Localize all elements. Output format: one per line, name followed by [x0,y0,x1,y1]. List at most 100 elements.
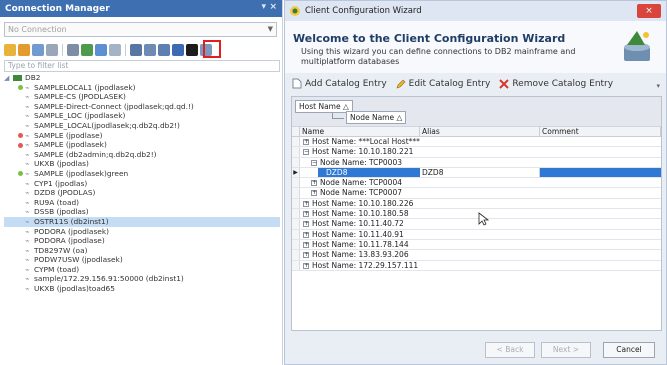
import-icon[interactable] [95,44,107,56]
new-group-icon[interactable] [18,44,30,56]
sort-icon: △ [396,113,403,122]
refresh-icon[interactable] [81,44,93,56]
grid-row[interactable]: + Node Name: TCP0004 [292,178,661,189]
add-catalog-entry-label: Add Catalog Entry [305,78,387,89]
disconnect-icon[interactable] [46,44,58,56]
filter-input[interactable]: Type to filter list [4,60,280,72]
command-line-icon[interactable] [186,44,198,56]
tree-item[interactable]: ⌁ RU9A (toad) [4,198,280,208]
collapse-icon[interactable]: − [303,149,309,156]
more-actions-icon[interactable]: ▾ [656,82,660,90]
expand-icon[interactable]: + [303,211,309,218]
catalog-entry-comment[interactable] [540,167,661,178]
tree-item[interactable]: ⌁ sample/172.29.156.91:50000 (db2inst1) [4,274,280,284]
connection-toolbar [4,42,279,58]
chevron-down-icon[interactable]: ▼ [268,23,273,36]
host-group-label: Host Name: 10.11.40.91 [312,229,404,239]
grid-icon[interactable] [144,44,156,56]
new-connection-icon[interactable] [4,44,16,56]
column-header-name[interactable]: Name [300,127,420,136]
tree-item[interactable]: ⌁ SAMPLE (jpodlase) [4,131,280,141]
tree-item[interactable]: ⌁ DZD8 (JPODLAS) [4,188,280,198]
dropdown-icon[interactable]: ▾ [261,2,266,12]
connection-select[interactable]: No Connection ▼ [4,22,277,37]
tree-item[interactable]: ⌁ UKXB (jpodlas)toad65 [4,284,280,294]
connection-status-icon [18,210,23,215]
tree-item[interactable]: ⌁ UKXB (jpodlas) [4,159,280,169]
expand-icon[interactable]: + [303,200,309,207]
cancel-button[interactable]: Cancel [603,342,655,358]
tree-item[interactable]: ⌁ CYPM (toad) [4,265,280,275]
tree-item[interactable]: ⌁ DSSB (jpodlas) [4,207,280,217]
tree-item[interactable]: ⌁ PODW7USW (jpodlasek) [4,255,280,265]
tree-item-label: SAMPLE_LOCAL(jpodlasek;q.db2q.db2!) [34,120,180,130]
database-icon[interactable] [158,44,170,56]
expand-icon[interactable]: + [303,139,309,145]
next-button[interactable]: Next > [541,342,591,358]
group-host-name-button[interactable]: Host Name △ [295,100,353,113]
grid-row[interactable]: + Host Name: 10.10.180.226 [292,198,661,210]
edit-catalog-entry-button[interactable]: Edit Catalog Entry [396,79,490,89]
expand-icon[interactable]: + [303,231,309,238]
wizard-header: Welcome to the Client Configuration Wiza… [285,21,666,73]
grid-row[interactable]: − Node Name: TCP0003 [292,157,661,168]
add-catalog-entry-button[interactable]: Add Catalog Entry [292,78,387,89]
layout-icon[interactable] [130,44,142,56]
catalog-entry-name[interactable]: DZD8 [318,167,420,178]
connection-status-icon [18,162,23,167]
tree-item-label: DB2 [25,73,41,82]
grid-row[interactable]: + Host Name: 10.10.180.58 [292,209,661,220]
expand-icon[interactable]: + [311,190,317,197]
add-document-icon [292,78,302,89]
toolbar-separator [125,44,126,56]
grid-row[interactable]: + Host Name: 13.83.93.206 [292,250,661,261]
tree-root-db2[interactable]: ◢ DB2 [4,73,280,83]
export-icon[interactable] [109,44,121,56]
tree-item[interactable]: ⌁ PODORA (jpodlasek) [4,227,280,237]
wizard-window-title: Client Configuration Wizard [305,6,422,16]
properties-icon[interactable] [67,44,79,56]
grid-row[interactable]: + Host Name: ***Local Host*** [292,137,661,148]
expand-icon[interactable]: + [303,252,309,259]
tree-item[interactable]: ⌁ SAMPLE-Direct-Connect (jpodlasek;qd.qd.… [4,102,280,112]
collapse-icon[interactable]: − [311,159,317,166]
tree-item[interactable]: ⌁ PODORA (jpodlase) [4,236,280,246]
database-icon [13,75,22,81]
close-button[interactable]: × [637,4,661,18]
grid-row[interactable]: − Host Name: 10.10.180.221 [292,147,661,158]
expand-icon[interactable]: + [303,221,309,228]
tree-item[interactable]: ⌁ SAMPLE (jpodlasek)green [4,169,280,179]
connection-status-icon [18,142,23,148]
remove-catalog-entry-button[interactable]: Remove Catalog Entry [499,79,613,89]
grid-row[interactable]: + Host Name: 10.11.40.72 [292,219,661,230]
tree-item[interactable]: ⌁ OSTR11S (db2inst1) [4,216,280,227]
tree-item[interactable]: ⌁ SAMPLE_LOCAL(jpodlasek;q.db2q.db2!) [4,121,280,131]
column-header-alias[interactable]: Alias [420,127,540,136]
tree-item[interactable]: ⌁ TD8297W (oa) [4,246,280,256]
expand-icon[interactable]: + [303,241,309,248]
grid-row[interactable]: ▶ DZD8 DZD8 [292,167,661,179]
row-indicator [292,229,300,239]
client-config-wizard-icon[interactable] [172,44,184,56]
tree-item[interactable]: ⌁ SAMPLE (db2admin;q.db2q.db2!) [4,150,280,160]
tree-item[interactable]: ⌁ SAMPLE (jpodlasek) [4,140,280,150]
tree-item[interactable]: ⌁ CYP1 (jpodlas) [4,179,280,189]
grid-row[interactable]: + Host Name: 10.11.78.144 [292,239,661,251]
close-icon[interactable]: × [269,2,277,12]
group-node-name-button[interactable]: Node Name △ [346,111,407,124]
expand-icon[interactable]: + [303,262,309,269]
tree-item[interactable]: ⌁ SAMPLELOCAL1 (jpodlasek) [4,83,280,93]
wizard-titlebar: Client Configuration Wizard × [285,1,666,21]
grid-row[interactable]: + Host Name: 10.11.40.91 [292,229,661,240]
grid-row[interactable]: + Node Name: TCP0007 [292,188,661,199]
catalog-entry-alias[interactable]: DZD8 [420,167,540,178]
tree-item[interactable]: ⌁ SAMPLE_LOC (jpodlasek) [4,111,280,121]
tree-item-label: DZD8 (JPODLAS) [34,188,96,198]
expand-icon[interactable]: + [311,180,317,187]
column-header-comment[interactable]: Comment [540,127,661,136]
back-button[interactable]: < Back [485,342,535,358]
tree-item[interactable]: ⌁ SAMPLE-CS (JPODLASEK) [4,92,280,102]
grid-row[interactable]: + Host Name: 172.29.157.111 [292,260,661,271]
connect-icon[interactable] [32,44,44,56]
node-group-label: Node Name: TCP0003 [320,157,402,167]
